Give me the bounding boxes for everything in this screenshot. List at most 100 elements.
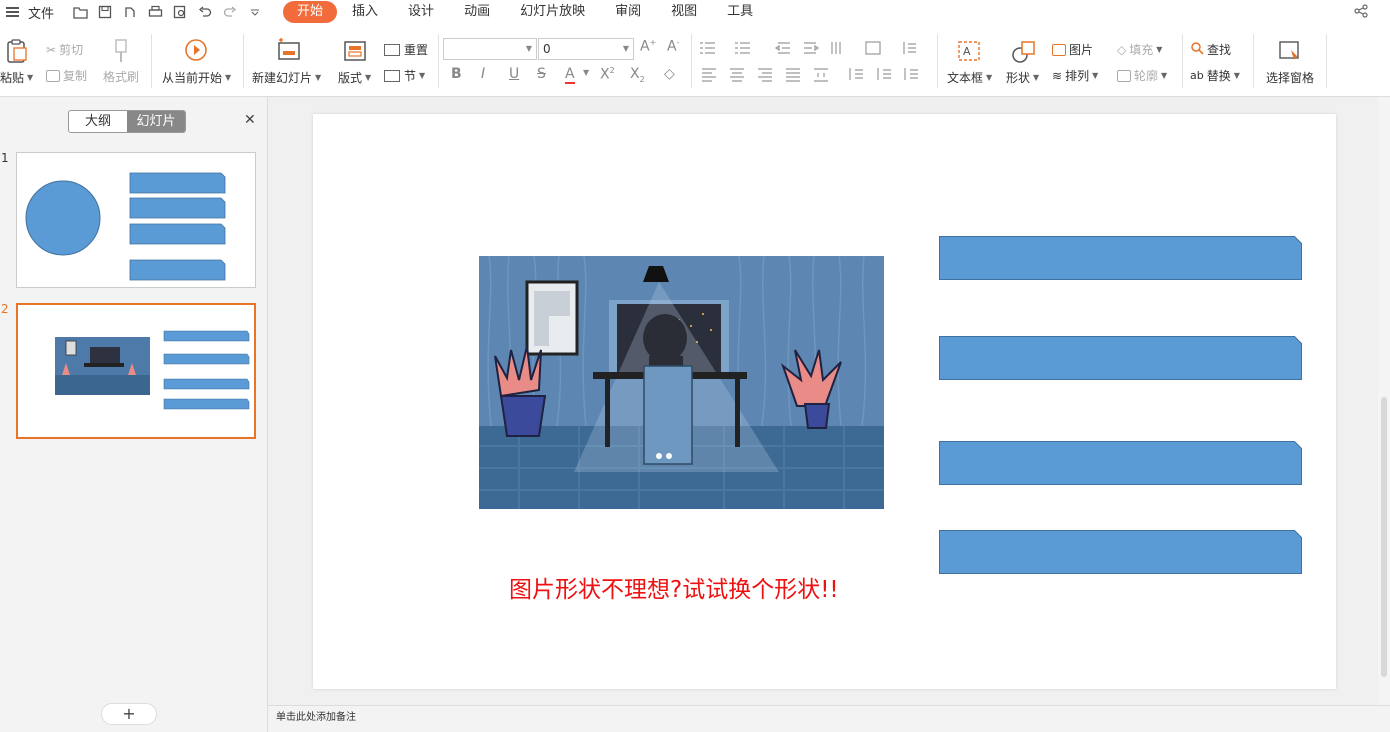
save-icon[interactable] xyxy=(97,5,113,19)
copy-button[interactable]: 复制 xyxy=(46,67,87,84)
slide-number: 2 xyxy=(1,302,9,316)
slide-editor[interactable]: 图片形状不理想?试试换个形状!! xyxy=(313,114,1336,689)
slide-thumbnail-2[interactable] xyxy=(16,303,256,439)
tab-home[interactable]: 开始 xyxy=(283,1,338,23)
print-icon[interactable] xyxy=(147,5,163,19)
separator xyxy=(1182,34,1183,88)
italic-icon[interactable]: I xyxy=(481,66,485,82)
notes-area[interactable]: 单击此处添加备注 xyxy=(268,705,1390,732)
shape-rectangle-2[interactable] xyxy=(939,336,1302,380)
menu-icon[interactable] xyxy=(6,7,20,17)
format-painter-button[interactable]: 格式刷 xyxy=(103,38,139,85)
add-slide-button[interactable]: + xyxy=(101,703,157,725)
shape-group xyxy=(939,236,1302,574)
redo-icon[interactable] xyxy=(222,5,238,19)
subscript-icon[interactable]: X2 xyxy=(630,66,645,84)
shape-rectangle-1[interactable] xyxy=(939,236,1302,280)
layout-button[interactable]: 版式 ▼ xyxy=(338,69,371,86)
increase-font-icon[interactable]: A+ xyxy=(640,38,656,55)
play-icon xyxy=(184,38,208,62)
print-preview-icon[interactable] xyxy=(172,5,188,19)
share-icon[interactable] xyxy=(1354,4,1368,18)
textbox-button[interactable]: 文本框 ▼ xyxy=(947,69,992,86)
fill-button[interactable]: ◇ 填充 ▼ xyxy=(1117,41,1162,58)
separator xyxy=(438,34,439,88)
cut-button[interactable]: ✂ 剪切 xyxy=(46,41,83,58)
shape-rectangle-3[interactable] xyxy=(939,441,1302,485)
slide-2-preview xyxy=(55,330,250,410)
find-button[interactable]: 查找 xyxy=(1190,41,1231,58)
tab-design[interactable]: 设计 xyxy=(393,1,449,23)
open-icon[interactable] xyxy=(72,5,88,19)
paste-button[interactable] xyxy=(4,38,30,64)
underline-icon[interactable]: U xyxy=(509,66,519,82)
paste-label[interactable]: 粘贴 ▼ xyxy=(0,69,33,86)
view-toggle: 大纲 幻灯片 xyxy=(68,110,186,133)
close-icon[interactable]: ✕ xyxy=(244,112,256,128)
replace-button[interactable]: ab 替换 ▼ xyxy=(1190,67,1240,84)
chevron-down-icon: ▼ xyxy=(225,73,232,82)
chevron-down-icon: ▼ xyxy=(622,44,629,53)
new-slide-icon xyxy=(276,38,302,62)
chevron-down-icon: ▼ xyxy=(1233,71,1240,80)
selection-pane-icon xyxy=(1278,40,1302,62)
chevron-down-icon[interactable]: ▼ xyxy=(583,68,589,77)
paste-icon xyxy=(7,39,27,63)
vertical-scrollbar[interactable] xyxy=(1378,97,1390,705)
chevron-down-icon: ▼ xyxy=(525,44,532,53)
shape-button[interactable]: 形状 ▼ xyxy=(1006,69,1039,86)
reset-icon xyxy=(384,43,400,56)
list-icons[interactable] xyxy=(700,40,925,56)
chevron-down-icon: ▼ xyxy=(419,71,426,80)
separator xyxy=(1253,34,1254,88)
chevron-down-icon: ▼ xyxy=(1033,73,1040,82)
tab-outline[interactable]: 大纲 xyxy=(69,111,127,132)
section-button[interactable]: 节 ▼ xyxy=(384,67,425,84)
tab-review[interactable]: 审阅 xyxy=(600,1,656,23)
tab-animation[interactable]: 动画 xyxy=(449,1,505,23)
undo-icon[interactable] xyxy=(197,5,213,19)
selection-pane-button[interactable]: 选择窗格 xyxy=(1266,69,1314,86)
scissors-icon: ✂ xyxy=(46,42,57,57)
outline-icon xyxy=(1117,69,1131,82)
bold-icon[interactable]: B xyxy=(451,66,462,82)
font-color-icon[interactable]: A xyxy=(565,66,575,84)
reset-button[interactable]: 重置 xyxy=(384,41,428,58)
tab-tools[interactable]: 工具 xyxy=(712,1,768,23)
chevron-down-icon: ▼ xyxy=(27,73,34,82)
separator xyxy=(243,34,244,88)
customize-dropdown-icon[interactable] xyxy=(247,5,263,19)
separator xyxy=(151,34,152,88)
brush-icon xyxy=(115,39,127,62)
tab-slideshow[interactable]: 幻灯片放映 xyxy=(505,1,600,23)
slide-caption[interactable]: 图片形状不理想?试试换个形状!! xyxy=(509,570,839,604)
slides-panel: 大纲 幻灯片 ✕ 1 2 + xyxy=(0,97,268,732)
picture-button[interactable]: 图片 xyxy=(1052,41,1093,58)
strikethrough-icon[interactable]: S xyxy=(537,66,546,82)
slide-canvas: 图片形状不理想?试试换个形状!! xyxy=(268,97,1390,705)
decrease-font-icon[interactable]: A- xyxy=(667,38,679,55)
tab-view[interactable]: 视图 xyxy=(656,1,712,23)
slide-thumbnail-1[interactable] xyxy=(16,152,256,288)
outline-button[interactable]: 轮廓 ▼ xyxy=(1117,67,1167,84)
font-size-select[interactable]: 0 ▼ xyxy=(538,38,634,60)
new-slide-button[interactable]: 新建幻灯片 ▼ xyxy=(252,69,321,86)
arrange-button[interactable]: ≋ 排列 ▼ xyxy=(1052,67,1098,84)
tab-insert[interactable]: 插入 xyxy=(337,1,393,23)
superscript-icon[interactable]: X2 xyxy=(600,66,615,83)
tab-slides[interactable]: 幻灯片 xyxy=(127,111,185,132)
shape-rectangle-4[interactable] xyxy=(939,530,1302,574)
font-name-select[interactable]: ▼ xyxy=(443,38,537,60)
from-current-button[interactable]: 从当前开始 ▼ xyxy=(162,69,231,86)
clear-format-icon[interactable]: ◇ xyxy=(664,66,675,82)
ribbon: 粘贴 ▼ ✂ 剪切 复制 格式刷 从当前开始 ▼ 新建幻灯片 ▼ 版式 ▼ 重置 节 ▼ ▼… xyxy=(0,24,1390,97)
layout-icon xyxy=(343,40,367,62)
slide-picture[interactable] xyxy=(479,256,884,509)
export-icon[interactable] xyxy=(122,5,138,19)
chevron-down-icon: ▼ xyxy=(315,73,322,82)
file-menu[interactable]: 文件 xyxy=(28,3,54,22)
align-icons[interactable] xyxy=(700,66,930,82)
scrollbar-thumb[interactable] xyxy=(1381,397,1387,677)
chevron-down-icon: ▼ xyxy=(1156,45,1163,54)
separator xyxy=(1326,34,1327,88)
